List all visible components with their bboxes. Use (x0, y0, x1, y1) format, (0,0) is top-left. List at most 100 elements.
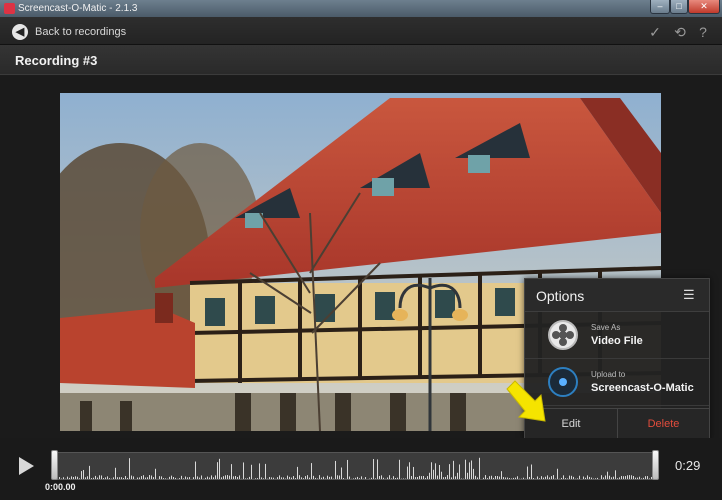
waveform-bar (425, 477, 426, 479)
waveform-bar (469, 462, 470, 479)
waveform-bar (563, 475, 564, 479)
waveform-bar (261, 477, 262, 479)
app-icon (4, 3, 15, 14)
delete-button[interactable]: Delete (617, 409, 709, 439)
waveform-bar (397, 477, 398, 479)
waveform-bar (197, 476, 198, 479)
waveform-bar (337, 475, 338, 479)
waveform-bar (647, 476, 648, 479)
waveform-bar (165, 478, 166, 479)
window-title: Screencast-O-Matic - 2.1.3 (18, 3, 138, 14)
waveform-bar (125, 476, 126, 479)
waveform-bar (519, 478, 520, 479)
waveform-bar (267, 478, 268, 479)
play-icon[interactable] (19, 457, 34, 475)
waveform-bar (549, 477, 550, 479)
maximize-button[interactable]: □ (670, 0, 688, 14)
waveform-bar (347, 459, 348, 479)
waveform-bar (81, 471, 82, 479)
waveform-bar (359, 478, 360, 479)
waveform-bar (399, 459, 400, 479)
close-button[interactable]: ✕ (688, 0, 720, 14)
options-title: Options (536, 288, 585, 304)
waveform-bar (649, 478, 650, 479)
waveform-bar (341, 467, 342, 479)
minimize-button[interactable]: – (650, 0, 670, 14)
waveform-bar (177, 478, 178, 479)
waveform-bar (617, 478, 618, 479)
waveform-bar (545, 476, 546, 479)
upload-to-som-option[interactable]: Upload to Screencast-O-Matic (525, 359, 709, 406)
waveform-bar (415, 477, 416, 479)
waveform-bar (371, 477, 372, 479)
save-as-video-file-option[interactable]: Save As Video File (525, 312, 709, 359)
waveform-bar (141, 476, 142, 479)
waveform-bar (109, 478, 110, 479)
waveform-bar (411, 476, 412, 479)
audio-timeline[interactable] (54, 452, 658, 480)
waveform-bar (559, 478, 560, 479)
waveform-bar (481, 478, 482, 479)
waveform-bar (591, 477, 592, 479)
video-file-label: Video File (591, 335, 643, 347)
recording-title: Recording #3 (15, 53, 98, 68)
waveform-bar (149, 475, 150, 479)
waveform-bar (315, 477, 316, 479)
waveform-bar (249, 476, 250, 479)
waveform-bar (531, 464, 532, 479)
waveform-bar (305, 476, 306, 479)
timeline-end-handle[interactable] (652, 450, 659, 480)
waveform-bar (291, 477, 292, 479)
help-icon[interactable]: ? (694, 23, 712, 41)
waveform-bar (389, 475, 390, 479)
upload-icon (548, 367, 578, 397)
waveform-bar (95, 475, 96, 479)
waveform-bar (175, 477, 176, 479)
waveform-bar (461, 478, 462, 479)
waveform-bar (145, 477, 146, 479)
waveform-bar (231, 464, 232, 479)
waveform-bar (613, 476, 614, 479)
waveform-bar (191, 478, 192, 479)
waveform-bar (79, 478, 80, 479)
back-arrow-icon[interactable]: ◀ (12, 24, 28, 40)
waveform-bar (393, 476, 394, 479)
back-to-recordings-link[interactable]: Back to recordings (35, 26, 126, 38)
waveform-bar (505, 477, 506, 479)
waveform-bar (123, 477, 124, 479)
waveform-bar (375, 478, 376, 479)
waveform-bar (247, 478, 248, 479)
waveform-bar (593, 478, 594, 479)
waveform-bar (543, 477, 544, 479)
waveform-bar (373, 459, 374, 479)
waveform-bar (407, 466, 408, 479)
waveform-bar (499, 476, 500, 479)
timeline-start-handle[interactable] (51, 450, 58, 480)
waveform-bar (183, 478, 184, 479)
waveform-bar (517, 476, 518, 479)
waveform-bar (629, 475, 630, 479)
waveform-bar (609, 475, 610, 479)
check-icon[interactable]: ✓ (646, 23, 664, 41)
waveform-bar (171, 475, 172, 479)
waveform-bar (59, 477, 60, 479)
waveform-bar (77, 476, 78, 479)
history-icon[interactable]: ⟲ (671, 23, 689, 41)
waveform-bar (89, 465, 90, 479)
waveform-bar (491, 475, 492, 479)
waveform-bar (645, 476, 646, 479)
waveform-bar (365, 477, 366, 479)
waveform-bar (209, 477, 210, 479)
waveform-bar (139, 477, 140, 479)
waveform-bar (259, 463, 260, 479)
waveform-bar (113, 477, 114, 479)
waveform-bar (607, 471, 608, 479)
waveform-bar (83, 469, 84, 479)
waveform-bar (73, 477, 74, 479)
waveform-bar (599, 478, 600, 479)
waveform-bar (105, 477, 106, 479)
menu-icon[interactable]: ☰ (683, 288, 699, 302)
waveform-bar (279, 475, 280, 479)
waveform-bar (253, 478, 254, 479)
waveform-bar (589, 476, 590, 479)
